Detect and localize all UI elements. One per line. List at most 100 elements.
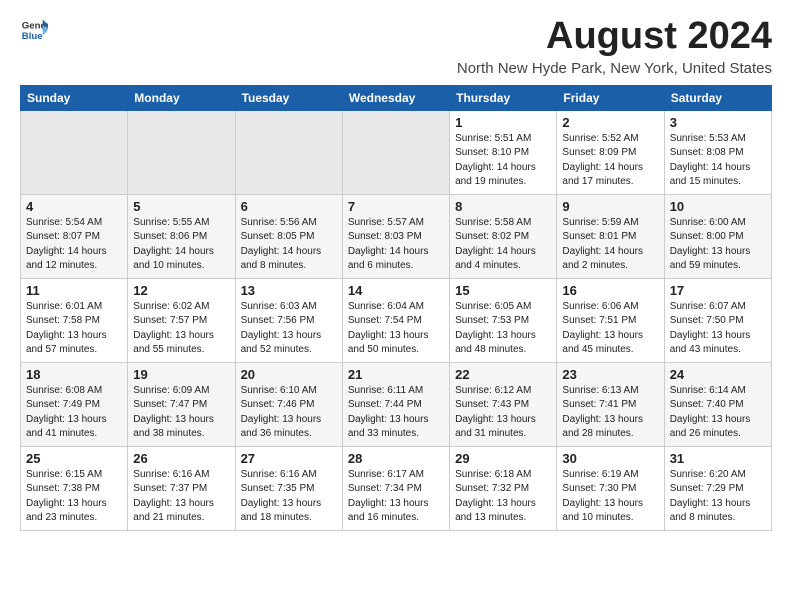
day-number: 7 [348,199,444,214]
cell-content: Sunrise: 6:09 AM Sunset: 7:47 PM Dayligh… [133,384,229,442]
cell-content: Sunrise: 6:20 AM Sunset: 7:29 PM Dayligh… [670,468,766,526]
day-number: 9 [562,199,658,214]
day-number: 25 [26,451,122,466]
cell-content: Sunrise: 5:58 AM Sunset: 8:02 PM Dayligh… [455,216,551,274]
day-header-wednesday: Wednesday [342,85,449,110]
cell-content: Sunrise: 6:08 AM Sunset: 7:49 PM Dayligh… [26,384,122,442]
calendar-cell: 17 Sunrise: 6:07 AM Sunset: 7:50 PM Dayli… [664,278,771,362]
day-number: 11 [26,283,122,298]
calendar-cell: 15 Sunrise: 6:05 AM Sunset: 7:53 PM Dayli… [450,278,557,362]
title-section: August 2024 North New Hyde Park, New Yor… [457,16,772,77]
calendar-cell: 14 Sunrise: 6:04 AM Sunset: 7:54 PM Dayli… [342,278,449,362]
calendar-week-3: 11 Sunrise: 6:01 AM Sunset: 7:58 PM Dayli… [21,278,772,362]
cell-content: Sunrise: 6:16 AM Sunset: 7:35 PM Dayligh… [241,468,337,526]
day-number: 24 [670,367,766,382]
calendar-table: SundayMondayTuesdayWednesdayThursdayFrid… [20,85,772,531]
cell-content: Sunrise: 6:19 AM Sunset: 7:30 PM Dayligh… [562,468,658,526]
calendar-cell: 2 Sunrise: 5:52 AM Sunset: 8:09 PM Daylig… [557,110,664,194]
calendar-cell: 12Sunrise: 6:02 AM Sunset: 7:57 PM Dayli… [128,278,235,362]
calendar-cell: 30Sunrise: 6:19 AM Sunset: 7:30 PM Dayli… [557,446,664,530]
calendar-week-1: 1Sunrise: 5:51 AM Sunset: 8:10 PM Daylig… [21,110,772,194]
cell-content: Sunrise: 6:10 AM Sunset: 7:46 PM Dayligh… [241,384,337,442]
cell-content: Sunrise: 5:55 AM Sunset: 8:06 PM Dayligh… [133,216,229,274]
cell-content: Sunrise: 6:12 AM Sunset: 7:43 PM Dayligh… [455,384,551,442]
day-number: 4 [26,199,122,214]
day-header-thursday: Thursday [450,85,557,110]
calendar-cell: 9 Sunrise: 5:59 AM Sunset: 8:01 PM Daylig… [557,194,664,278]
calendar-cell: 23 Sunrise: 6:13 AM Sunset: 7:41 PM Dayli… [557,362,664,446]
calendar-cell: 22 Sunrise: 6:12 AM Sunset: 7:43 PM Dayli… [450,362,557,446]
calendar-cell: 20 Sunrise: 6:10 AM Sunset: 7:46 PM Dayli… [235,362,342,446]
calendar-cell: 25 Sunrise: 6:15 AM Sunset: 7:38 PM Dayli… [21,446,128,530]
day-number: 27 [241,451,337,466]
cell-content: Sunrise: 6:05 AM Sunset: 7:53 PM Dayligh… [455,300,551,358]
calendar-body: 1Sunrise: 5:51 AM Sunset: 8:10 PM Daylig… [21,110,772,530]
calendar-cell: 3 Sunrise: 5:53 AM Sunset: 8:08 PM Daylig… [664,110,771,194]
calendar-cell: 26Sunrise: 6:16 AM Sunset: 7:37 PM Dayli… [128,446,235,530]
day-header-tuesday: Tuesday [235,85,342,110]
cell-content: Sunrise: 6:15 AM Sunset: 7:38 PM Dayligh… [26,468,122,526]
calendar-cell: 13Sunrise: 6:03 AM Sunset: 7:56 PM Dayli… [235,278,342,362]
day-number: 2 [562,115,658,130]
calendar-cell: 21 Sunrise: 6:11 AM Sunset: 7:44 PM Dayli… [342,362,449,446]
header: General Blue August 2024 North New Hyde … [20,16,772,77]
logo-icon: General Blue [20,16,48,44]
calendar-cell: 10Sunrise: 6:00 AM Sunset: 8:00 PM Dayli… [664,194,771,278]
day-number: 15 [455,283,551,298]
day-number: 16 [562,283,658,298]
day-number: 29 [455,451,551,466]
day-number: 6 [241,199,337,214]
day-number: 23 [562,367,658,382]
calendar-cell: 7Sunrise: 5:57 AM Sunset: 8:03 PM Daylig… [342,194,449,278]
calendar-cell: 5 Sunrise: 5:55 AM Sunset: 8:06 PM Daylig… [128,194,235,278]
day-number: 5 [133,199,229,214]
day-number: 21 [348,367,444,382]
calendar-cell [235,110,342,194]
main-title: August 2024 [457,16,772,58]
day-number: 10 [670,199,766,214]
cell-content: Sunrise: 6:11 AM Sunset: 7:44 PM Dayligh… [348,384,444,442]
day-number: 14 [348,283,444,298]
day-number: 19 [133,367,229,382]
cell-content: Sunrise: 6:06 AM Sunset: 7:51 PM Dayligh… [562,300,658,358]
cell-content: Sunrise: 6:13 AM Sunset: 7:41 PM Dayligh… [562,384,658,442]
day-number: 1 [455,115,551,130]
calendar-cell: 19 Sunrise: 6:09 AM Sunset: 7:47 PM Dayli… [128,362,235,446]
calendar-cell [128,110,235,194]
day-number: 22 [455,367,551,382]
calendar-cell: 27 Sunrise: 6:16 AM Sunset: 7:35 PM Dayli… [235,446,342,530]
cell-content: Sunrise: 6:01 AM Sunset: 7:58 PM Dayligh… [26,300,122,358]
day-header-sunday: Sunday [21,85,128,110]
day-number: 3 [670,115,766,130]
cell-content: Sunrise: 5:52 AM Sunset: 8:09 PM Dayligh… [562,132,658,190]
calendar-header: SundayMondayTuesdayWednesdayThursdayFrid… [21,85,772,110]
calendar-cell: 1Sunrise: 5:51 AM Sunset: 8:10 PM Daylig… [450,110,557,194]
cell-content: Sunrise: 6:17 AM Sunset: 7:34 PM Dayligh… [348,468,444,526]
cell-content: Sunrise: 6:02 AM Sunset: 7:57 PM Dayligh… [133,300,229,358]
calendar-cell: 8Sunrise: 5:58 AM Sunset: 8:02 PM Daylig… [450,194,557,278]
day-number: 17 [670,283,766,298]
calendar-cell: 28 Sunrise: 6:17 AM Sunset: 7:34 PM Dayli… [342,446,449,530]
day-number: 13 [241,283,337,298]
calendar-cell: 18 Sunrise: 6:08 AM Sunset: 7:49 PM Dayli… [21,362,128,446]
cell-content: Sunrise: 5:59 AM Sunset: 8:01 PM Dayligh… [562,216,658,274]
cell-content: Sunrise: 6:04 AM Sunset: 7:54 PM Dayligh… [348,300,444,358]
cell-content: Sunrise: 6:14 AM Sunset: 7:40 PM Dayligh… [670,384,766,442]
calendar-cell: 16 Sunrise: 6:06 AM Sunset: 7:51 PM Dayli… [557,278,664,362]
day-number: 20 [241,367,337,382]
day-number: 18 [26,367,122,382]
calendar-cell: 6 Sunrise: 5:56 AM Sunset: 8:05 PM Daylig… [235,194,342,278]
days-of-week-row: SundayMondayTuesdayWednesdayThursdayFrid… [21,85,772,110]
day-number: 28 [348,451,444,466]
svg-text:Blue: Blue [22,31,43,42]
calendar-cell [342,110,449,194]
calendar-week-4: 18 Sunrise: 6:08 AM Sunset: 7:49 PM Dayli… [21,362,772,446]
calendar-cell: 24 Sunrise: 6:14 AM Sunset: 7:40 PM Dayli… [664,362,771,446]
day-number: 31 [670,451,766,466]
cell-content: Sunrise: 5:53 AM Sunset: 8:08 PM Dayligh… [670,132,766,190]
calendar-cell: 11 Sunrise: 6:01 AM Sunset: 7:58 PM Dayli… [21,278,128,362]
cell-content: Sunrise: 6:07 AM Sunset: 7:50 PM Dayligh… [670,300,766,358]
cell-content: Sunrise: 5:56 AM Sunset: 8:05 PM Dayligh… [241,216,337,274]
calendar-week-2: 4Sunrise: 5:54 AM Sunset: 8:07 PM Daylig… [21,194,772,278]
day-header-monday: Monday [128,85,235,110]
